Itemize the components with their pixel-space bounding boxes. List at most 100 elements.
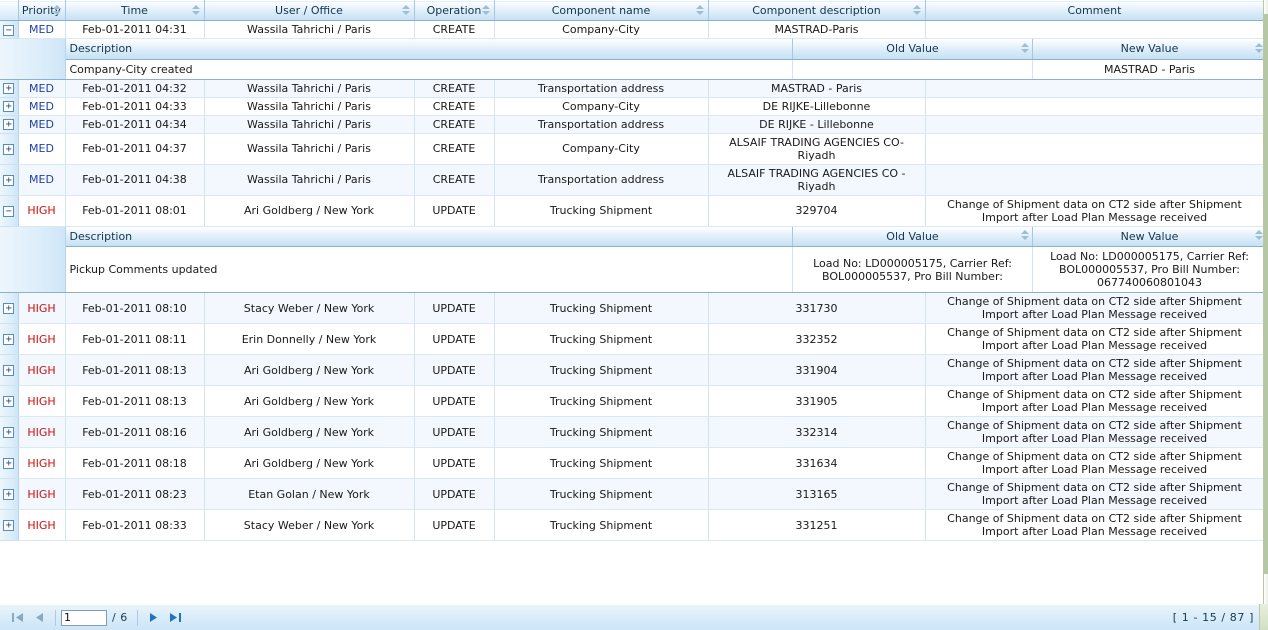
sort-indicator-icon[interactable]: [696, 4, 705, 17]
cell-operation: CREATE: [414, 115, 495, 134]
detail-grid: Description Old Value New Value Pickup Comm…: [65, 226, 1267, 292]
column-header-component-name[interactable]: Component name: [494, 0, 709, 21]
expand-row-icon[interactable]: +: [3, 458, 15, 469]
table-row[interactable]: + HIGH Feb-01-2011 08:33 Stacy Weber / New …: [0, 509, 1265, 541]
detail-data-row: Company-City created MASTRAD - Paris: [65, 59, 1267, 79]
page-number-input[interactable]: [61, 609, 107, 626]
row-expander-cell[interactable]: +: [0, 478, 19, 510]
expand-row-icon[interactable]: +: [3, 520, 15, 531]
column-header-operation-label: Operation: [426, 4, 482, 17]
expand-row-icon[interactable]: +: [3, 334, 15, 345]
detail-column-header-new-value[interactable]: New Value: [1032, 39, 1267, 60]
cell-component-description: 331904: [708, 354, 926, 386]
sort-indicator-icon[interactable]: [192, 4, 201, 17]
cell-component-description: DE RIJKE-Lillebonne: [708, 97, 926, 116]
cell-user-office: Wassila Tahrichi / Paris: [204, 20, 415, 39]
cell-component-name: Company-City: [494, 97, 709, 116]
sort-indicator-icon[interactable]: [913, 4, 922, 17]
expand-row-icon[interactable]: +: [3, 303, 15, 314]
expand-row-icon[interactable]: +: [3, 101, 15, 112]
table-row[interactable]: − MED Feb-01-2011 04:31 Wassila Tahrichi / …: [0, 20, 1265, 39]
next-page-button[interactable]: [143, 608, 165, 628]
expand-row-icon[interactable]: +: [3, 396, 15, 407]
previous-page-button[interactable]: [28, 608, 50, 628]
column-header-component-description[interactable]: Component description: [708, 0, 926, 21]
table-row[interactable]: + MED Feb-01-2011 04:37 Wassila Tahrichi / …: [0, 133, 1265, 165]
column-header-time[interactable]: Time: [65, 0, 205, 21]
cell-priority: MED: [18, 20, 66, 39]
table-row[interactable]: − HIGH Feb-01-2011 08:01 Ari Goldberg / New…: [0, 195, 1265, 227]
table-row[interactable]: + MED Feb-01-2011 04:34 Wassila Tahrichi / …: [0, 115, 1265, 134]
table-row[interactable]: + MED Feb-01-2011 04:33 Wassila Tahrichi / …: [0, 97, 1265, 116]
row-expander-cell[interactable]: +: [0, 79, 19, 98]
cell-comment: Change of Shipment data on CT2 side afte…: [925, 447, 1265, 479]
detail-column-header-label: Description: [69, 42, 133, 56]
table-row[interactable]: + HIGH Feb-01-2011 08:11 Erin Donnelly / Ne…: [0, 323, 1265, 355]
collapse-row-icon[interactable]: −: [3, 24, 15, 36]
row-expander-cell[interactable]: +: [0, 323, 19, 355]
table-row[interactable]: + HIGH Feb-01-2011 08:13 Ari Goldberg / New…: [0, 354, 1265, 386]
detail-cell-description: Company-City created: [65, 59, 793, 79]
row-expander-cell[interactable]: +: [0, 385, 19, 417]
table-row[interactable]: + MED Feb-01-2011 04:32 Wassila Tahrichi / …: [0, 79, 1265, 98]
row-expander-cell[interactable]: +: [0, 115, 19, 134]
expand-row-icon[interactable]: +: [3, 427, 15, 438]
cell-comment: Change of Shipment data on CT2 side afte…: [925, 292, 1265, 324]
column-header-user-office[interactable]: User / Office: [204, 0, 415, 21]
table-row[interactable]: + HIGH Feb-01-2011 08:18 Ari Goldberg / New…: [0, 447, 1265, 479]
row-expander-cell[interactable]: +: [0, 97, 19, 116]
sort-indicator-icon[interactable]: [53, 4, 62, 17]
detail-column-header-new-value[interactable]: New Value: [1032, 226, 1267, 247]
sort-indicator-icon[interactable]: [402, 4, 411, 17]
cell-comment: Change of Shipment data on CT2 side afte…: [925, 509, 1265, 541]
row-expander-cell[interactable]: +: [0, 416, 19, 448]
cell-component-name: Trucking Shipment: [494, 416, 709, 448]
last-page-button[interactable]: [165, 608, 187, 628]
row-expander-cell[interactable]: +: [0, 447, 19, 479]
column-header-priority[interactable]: Priority: [18, 0, 66, 21]
row-expander-cell[interactable]: +: [0, 354, 19, 386]
first-page-button[interactable]: [6, 608, 28, 628]
row-expander-cell[interactable]: +: [0, 164, 19, 196]
row-expander-cell[interactable]: +: [0, 133, 19, 165]
row-expander-cell[interactable]: −: [0, 20, 19, 39]
expand-row-icon[interactable]: +: [3, 489, 15, 500]
cell-comment: Change of Shipment data on CT2 side afte…: [925, 385, 1265, 417]
table-row[interactable]: + MED Feb-01-2011 04:38 Wassila Tahrichi / …: [0, 164, 1265, 196]
sort-indicator-icon[interactable]: [482, 4, 491, 17]
cell-comment: Change of Shipment data on CT2 side afte…: [925, 354, 1265, 386]
row-expander-cell[interactable]: −: [0, 195, 19, 227]
column-header-component-name-label: Component name: [551, 4, 651, 17]
sort-indicator-icon[interactable]: [1254, 42, 1263, 55]
cell-user-office: Erin Donnelly / New York: [204, 323, 415, 355]
last-page-icon: [170, 613, 182, 622]
table-row[interactable]: + HIGH Feb-01-2011 08:23 Etan Golan / New Y…: [0, 478, 1265, 510]
table-row[interactable]: + HIGH Feb-01-2011 08:10 Stacy Weber / New …: [0, 292, 1265, 324]
row-expander-cell[interactable]: +: [0, 292, 19, 324]
expand-row-icon[interactable]: +: [3, 365, 15, 376]
cell-operation: UPDATE: [414, 478, 495, 510]
vertical-scrollbar-thumb[interactable]: [1264, 14, 1268, 574]
expand-row-icon[interactable]: +: [3, 143, 15, 155]
expand-row-icon[interactable]: +: [3, 119, 15, 130]
sort-indicator-icon[interactable]: [1020, 230, 1029, 242]
row-expander-cell[interactable]: +: [0, 509, 19, 541]
cell-component-name: Trucking Shipment: [494, 478, 709, 510]
collapse-row-icon[interactable]: −: [3, 205, 15, 217]
expand-row-icon[interactable]: +: [3, 174, 15, 186]
column-header-comment[interactable]: Comment: [925, 0, 1265, 21]
table-row[interactable]: + HIGH Feb-01-2011 08:13 Ari Goldberg / New…: [0, 385, 1265, 417]
column-header-operation[interactable]: Operation: [414, 0, 495, 21]
detail-column-header-old-value[interactable]: Old Value: [792, 39, 1033, 60]
vertical-scrollbar[interactable]: [1263, 0, 1268, 604]
priority-badge: HIGH: [27, 518, 56, 532]
sort-indicator-icon[interactable]: [1254, 230, 1263, 242]
detail-column-header-description[interactable]: Description: [65, 39, 793, 60]
detail-column-header-old-value[interactable]: Old Value: [792, 226, 1033, 247]
cell-time: Feb-01-2011 08:11: [65, 323, 205, 355]
cell-time: Feb-01-2011 08:18: [65, 447, 205, 479]
sort-indicator-icon[interactable]: [1020, 42, 1029, 55]
expand-row-icon[interactable]: +: [3, 83, 15, 94]
detail-column-header-description[interactable]: Description: [65, 226, 793, 247]
table-row[interactable]: + HIGH Feb-01-2011 08:16 Ari Goldberg / New…: [0, 416, 1265, 448]
